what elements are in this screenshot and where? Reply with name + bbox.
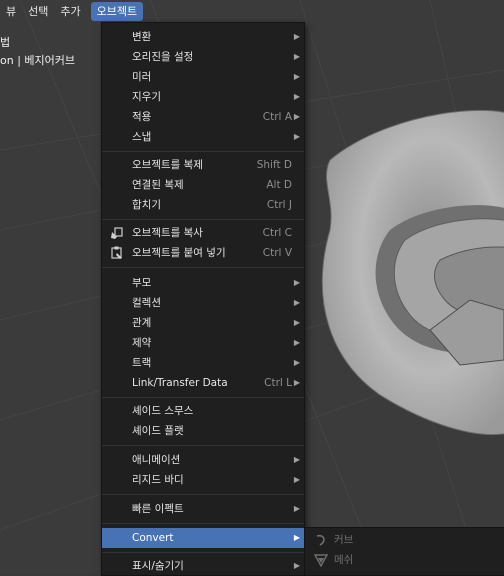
submenu-arrow-icon: ▶ xyxy=(293,378,300,387)
shortcut-label: Ctrl C xyxy=(262,227,292,239)
menu-item-label: 애니메이션 xyxy=(132,454,181,466)
viewport-info-line-2: on | 베지어커브 xyxy=(0,54,76,67)
submenu-item-label: 메쉬 xyxy=(334,554,354,566)
submenu-arrow-icon: ▶ xyxy=(293,112,300,121)
menu-item-shade-smooth[interactable]: 셰이드 스무스 xyxy=(102,401,304,421)
menu-item-label: 오브젝트를 붙여 넣기 xyxy=(132,247,226,259)
menu-separator xyxy=(102,151,304,152)
menu-item-animation[interactable]: 애니메이션 ▶ xyxy=(102,450,304,470)
paste-icon xyxy=(111,246,122,259)
mesh-icon xyxy=(314,554,328,567)
menu-view[interactable]: 뷰 xyxy=(0,2,22,21)
menu-item-label: 컬렉션 xyxy=(132,297,161,309)
menu-item-linked-duplicate[interactable]: 연결된 복제 Alt D xyxy=(102,175,304,195)
shortcut-label: Ctrl J xyxy=(266,199,292,211)
submenu-arrow-icon: ▶ xyxy=(293,455,300,464)
menu-item-label: 빠른 이펙트 xyxy=(132,503,184,515)
menu-separator xyxy=(102,397,304,398)
submenu-item-label: 커브 xyxy=(334,534,354,546)
menu-item-label: 적용 xyxy=(132,111,152,123)
submenu-arrow-icon: ▶ xyxy=(293,32,300,41)
viewport-info-line-1: 법 xyxy=(0,36,11,49)
menu-item-link-transfer-data[interactable]: Link/Transfer Data Ctrl L ▶ xyxy=(102,373,304,393)
menu-item-convert[interactable]: Convert ▶ xyxy=(102,528,304,548)
menu-item-collection[interactable]: 컬렉션 ▶ xyxy=(102,293,304,313)
menu-item-join[interactable]: 합치기 Ctrl J xyxy=(102,195,304,215)
menu-item-copy-objects[interactable]: 오브젝트를 복사 Ctrl C xyxy=(102,223,304,243)
menu-item-label: 연결된 복제 xyxy=(132,179,184,191)
shortcut-label: Ctrl A xyxy=(262,111,292,123)
shortcut-label: Shift D xyxy=(256,159,292,171)
submenu-arrow-icon: ▶ xyxy=(293,298,300,307)
header-menubar: 뷰 선택 추가 오브젝트 xyxy=(0,0,504,22)
menu-item-label: Convert xyxy=(132,532,174,544)
menu-item-label: Link/Transfer Data xyxy=(132,377,228,389)
menu-separator xyxy=(102,445,304,446)
submenu-arrow-icon: ▶ xyxy=(293,561,300,570)
menu-item-constraint[interactable]: 제약 ▶ xyxy=(102,333,304,353)
menu-item-track[interactable]: 트랙 ▶ xyxy=(102,353,304,373)
menu-item-mirror[interactable]: 미러 ▶ xyxy=(102,67,304,87)
curve-icon xyxy=(316,534,325,546)
menu-item-label: 트랙 xyxy=(132,357,152,369)
menu-object[interactable]: 오브젝트 xyxy=(90,1,144,21)
submenu-arrow-icon: ▶ xyxy=(293,52,300,61)
submenu-item-mesh[interactable]: 메쉬 xyxy=(305,550,504,570)
menu-item-paste-objects[interactable]: 오브젝트를 붙여 넣기 Ctrl V xyxy=(102,243,304,263)
menu-item-rigid-body[interactable]: 리지드 바디 ▶ xyxy=(102,470,304,490)
menu-item-label: 오브젝트를 복사 xyxy=(132,227,203,239)
menu-item-label: 변환 xyxy=(132,31,152,43)
submenu-arrow-icon: ▶ xyxy=(293,338,300,347)
menu-item-label: 제약 xyxy=(132,337,152,349)
menu-item-show-hide[interactable]: 표시/숨기기 ▶ xyxy=(102,556,304,576)
menu-item-label: 리지드 바디 xyxy=(132,474,184,486)
menu-item-label: 스냅 xyxy=(132,131,152,143)
menu-item-label: 셰이드 플랫 xyxy=(132,425,184,437)
menu-item-shade-flat[interactable]: 셰이드 플랫 xyxy=(102,421,304,441)
menu-item-label: 지우기 xyxy=(132,91,161,103)
menu-item-relations[interactable]: 관계 ▶ xyxy=(102,313,304,333)
menu-item-apply[interactable]: 적용 Ctrl A ▶ xyxy=(102,107,304,127)
menu-item-label: 합치기 xyxy=(132,199,161,211)
menu-item-label: 오브젝트를 복제 xyxy=(132,159,203,171)
menu-item-label: 오리진을 설정 xyxy=(132,51,194,63)
menu-item-label: 셰이드 스무스 xyxy=(132,405,194,417)
submenu-arrow-icon: ▶ xyxy=(293,318,300,327)
submenu-arrow-icon: ▶ xyxy=(293,132,300,141)
shortcut-label: Ctrl L xyxy=(264,377,292,389)
menu-item-label: 관계 xyxy=(132,317,152,329)
menu-item-label: 미러 xyxy=(132,71,152,83)
menu-item-set-origin[interactable]: 오리진을 설정 ▶ xyxy=(102,47,304,67)
copy-icon xyxy=(111,227,123,239)
menu-item-label: 부모 xyxy=(132,277,152,289)
shortcut-label: Alt D xyxy=(266,179,292,191)
menu-separator xyxy=(102,523,304,524)
submenu-arrow-icon: ▶ xyxy=(293,278,300,287)
menu-item-snap[interactable]: 스냅 ▶ xyxy=(102,127,304,147)
submenu-arrow-icon: ▶ xyxy=(293,72,300,81)
menu-separator xyxy=(102,267,304,268)
menu-select[interactable]: 선택 xyxy=(22,2,54,21)
menu-add[interactable]: 추가 xyxy=(54,2,86,21)
menu-item-label: 표시/숨기기 xyxy=(132,560,184,572)
menu-item-transform[interactable]: 변환 ▶ xyxy=(102,27,304,47)
menu-separator xyxy=(102,494,304,495)
convert-submenu: 커브 메쉬 xyxy=(304,527,504,576)
object-dropdown-menu: 변환 ▶ 오리진을 설정 ▶ 미러 ▶ 지우기 ▶ 적용 Ctrl A ▶ 스냅… xyxy=(101,22,305,576)
menu-item-quick-effects[interactable]: 빠른 이펙트 ▶ xyxy=(102,499,304,519)
menu-separator xyxy=(102,219,304,220)
submenu-arrow-icon: ▶ xyxy=(293,92,300,101)
submenu-arrow-icon: ▶ xyxy=(293,533,300,542)
menu-item-parent[interactable]: 부모 ▶ xyxy=(102,273,304,293)
menu-separator xyxy=(102,552,304,553)
shortcut-label: Ctrl V xyxy=(262,247,292,259)
submenu-arrow-icon: ▶ xyxy=(293,475,300,484)
submenu-arrow-icon: ▶ xyxy=(293,358,300,367)
menu-item-clear[interactable]: 지우기 ▶ xyxy=(102,87,304,107)
submenu-item-curve[interactable]: 커브 xyxy=(305,530,504,550)
menu-item-duplicate[interactable]: 오브젝트를 복제 Shift D xyxy=(102,155,304,175)
submenu-arrow-icon: ▶ xyxy=(293,504,300,513)
